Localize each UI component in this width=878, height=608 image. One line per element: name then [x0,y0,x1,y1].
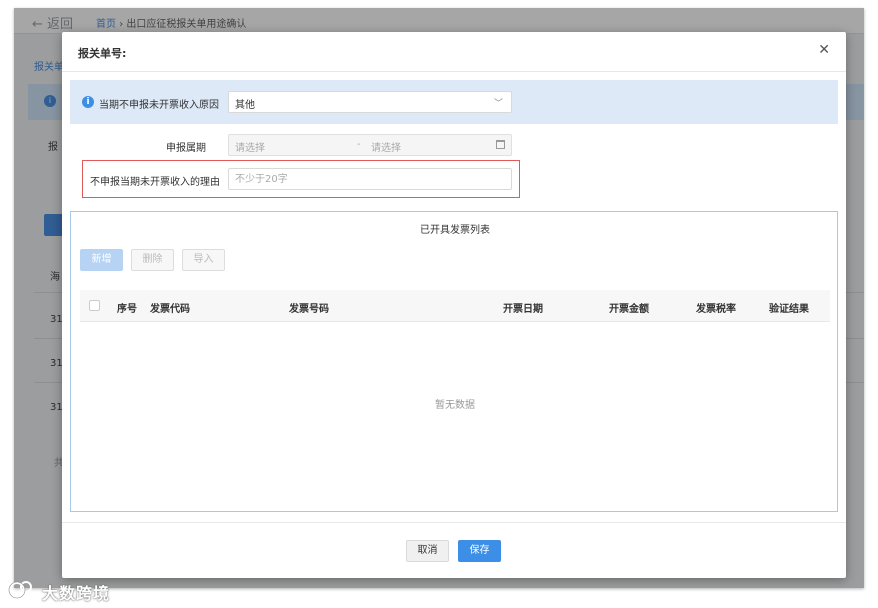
reason-select-value: 其他 [235,100,255,111]
select-all-checkbox[interactable] [89,300,100,311]
dialog-title: 报关单号: [78,47,127,60]
dialog-header: 报关单号: ✕ [62,32,846,72]
info-icon: i [82,96,94,108]
close-icon[interactable]: ✕ [818,42,830,58]
period-separator: - [357,139,361,150]
invoice-table-header: 序号 发票代码 发票号码 开票日期 开票金额 发票税率 验证结果 [80,290,830,322]
explanation-label: 不申报当期未开票收入的理由 [90,177,220,188]
chevron-down-icon: ﹀ [493,99,503,109]
invoice-list-title: 已开具发票列表 [420,225,490,236]
calendar-icon [496,140,505,149]
column-header: 验证结果 [769,304,809,315]
dialog-footer: 取消 保存 [62,522,846,578]
column-header: 发票号码 [289,304,329,315]
period-end-placeholder: 请选择 [371,143,401,154]
explanation-input[interactable] [228,168,512,190]
period-date-range[interactable]: 请选择 - 请选择 [228,134,512,156]
invoice-reason-dialog: 报关单号: ✕ i 当期不申报未开票收入原因 其他 ﹀ 申报属期 请选择 - 请… [62,32,846,578]
column-header: 发票税率 [696,304,736,315]
import-button[interactable]: 导入 [182,249,225,271]
reason-label: 当期不申报未开票收入原因 [99,100,219,111]
column-header: 发票代码 [150,304,190,315]
reason-row: i 当期不申报未开票收入原因 其他 ﹀ [70,80,838,124]
dashu-logo-icon [8,581,32,599]
save-button[interactable]: 保存 [458,540,501,562]
empty-state: 暂无数据 [435,400,475,411]
column-header: 开票日期 [503,304,543,315]
period-label: 申报属期 [166,143,206,154]
period-start-placeholder: 请选择 [235,143,265,154]
watermark-text: 大数跨境 [42,584,111,603]
cancel-button[interactable]: 取消 [406,540,449,562]
column-header: 开票金额 [609,304,649,315]
invoice-list-panel: 已开具发票列表 新增 删除 导入 序号 发票代码 发票号码 开票日期 开票金额 … [70,211,838,512]
column-header: 序号 [117,304,137,315]
delete-button[interactable]: 删除 [131,249,174,271]
reason-select[interactable]: 其他 ﹀ [228,91,512,113]
add-button[interactable]: 新增 [80,249,123,271]
